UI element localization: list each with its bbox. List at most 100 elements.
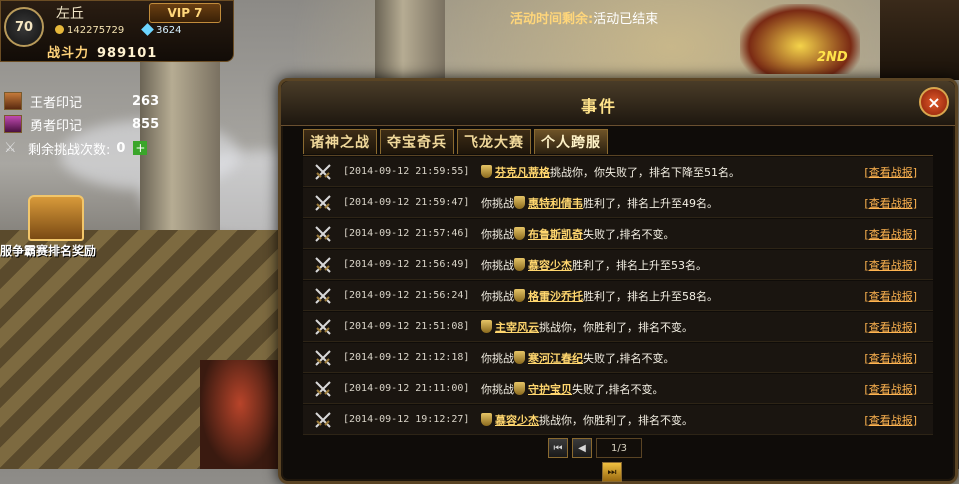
brave-mark-icon (4, 115, 22, 133)
event-timestamp: [2014-09-12 21:51:08] (343, 321, 470, 332)
king-mark-icon (4, 92, 22, 110)
event-message: 你挑战 格雷沙乔托胜利了，排名上升至58名。 (481, 288, 718, 303)
shield-icon (514, 381, 525, 395)
event-message: 你挑战 守护宝贝失败了,排名不变。 (481, 381, 664, 396)
tab-gods-war[interactable]: 诸神之战 (303, 129, 377, 154)
view-report-link[interactable]: [查看战报] (864, 381, 917, 397)
shield-icon (514, 195, 525, 209)
event-message: 你挑战 布鲁斯凯奇失败了,排名不变。 (481, 226, 675, 241)
view-report-link[interactable]: [查看战报] (864, 412, 917, 428)
event-row: [2014-09-12 21:57:46] 你挑战 布鲁斯凯奇失败了,排名不变。 [查… (303, 219, 933, 249)
prev-page-button[interactable]: ◀ (572, 438, 592, 458)
event-row: [2014-09-12 21:56:49] 你挑战 慕容少杰胜利了，排名上升至53名… (303, 250, 933, 280)
event-timestamp: [2014-09-12 21:59:47] (343, 197, 470, 208)
page-indicator: 1/3 (596, 438, 642, 458)
event-timestamp: [2014-09-12 19:12:27] (343, 414, 470, 425)
event-timestamp: [2014-09-12 21:12:18] (343, 352, 470, 363)
crossed-swords-icon (315, 412, 331, 428)
event-row: [2014-09-12 21:11:00] 你挑战 守护宝贝失败了,排名不变。 [查看… (303, 374, 933, 404)
crossed-swords-icon: ⚔ (4, 140, 17, 156)
event-message: 你挑战 寒河江春纪失败了,排名不变。 (481, 350, 675, 365)
crossed-swords-icon (315, 164, 331, 180)
view-report-link[interactable]: [查看战报] (864, 164, 917, 180)
event-timestamp: [2014-09-12 21:11:00] (343, 383, 470, 394)
view-report-link[interactable]: [查看战报] (864, 226, 917, 242)
combat-power: 战斗力 989101 (47, 46, 158, 61)
shield-icon (514, 350, 525, 364)
event-row: [2014-09-12 21:56:24] 你挑战 格雷沙乔托胜利了，排名上升至58… (303, 281, 933, 311)
view-report-link[interactable]: [查看战报] (864, 257, 917, 273)
event-timestamp: [2014-09-12 21:59:55] (343, 166, 470, 177)
first-page-icon: ⏮ (553, 442, 563, 454)
event-list: [2014-09-12 21:59:55] 芬克凡蒂格挑战你，你失败了，排名下降至… (303, 155, 933, 435)
window-title: 事件 (581, 97, 618, 116)
opponent-name[interactable]: 惠特利倩韦 (528, 197, 583, 210)
event-tabs: 诸神之战 夺宝奇兵 飞龙大赛 个人跨服 (303, 129, 608, 154)
shield-icon (514, 257, 525, 271)
shield-icon (481, 164, 492, 178)
event-message: 芬克凡蒂格挑战你，你失败了，排名下降至51名。 (481, 164, 740, 180)
event-message: 你挑战 惠特利倩韦胜利了，排名上升至49名。 (481, 195, 718, 210)
opponent-name[interactable]: 慕容少杰 (495, 414, 539, 427)
shield-icon (514, 288, 525, 302)
ranking-reward-label[interactable]: 服争霸赛排名奖励 (0, 242, 96, 259)
treasure-chest-icon[interactable] (28, 195, 84, 241)
vip-badge[interactable]: VIP 7 (149, 3, 221, 23)
opponent-name[interactable]: 格雷沙乔托 (528, 290, 583, 303)
event-row: [2014-09-12 21:12:18] 你挑战 寒河江春纪失败了,排名不变。 [查… (303, 343, 933, 373)
event-message: 主宰风云挑战你，你胜利了，排名不变。 (481, 319, 693, 335)
tab-treasure-hunt[interactable]: 夺宝奇兵 (380, 129, 454, 154)
diamond-amount: 3624 (141, 23, 181, 36)
last-page-icon: ⏭ (607, 466, 617, 478)
shield-icon (481, 319, 492, 333)
view-report-link[interactable]: [查看战报] (864, 319, 917, 335)
event-timestamp: [2014-09-12 21:56:24] (343, 290, 470, 301)
prev-page-icon: ◀ (578, 442, 586, 454)
crossed-swords-icon (315, 226, 331, 242)
event-timestamp: [2014-09-12 21:57:46] (343, 228, 470, 239)
tab-personal-cross-server[interactable]: 个人跨服 (534, 129, 608, 154)
opponent-name[interactable]: 布鲁斯凯奇 (528, 228, 583, 241)
crossed-swords-icon (315, 319, 331, 335)
player-info-panel: 70 左丘 VIP 7 142275729 3624 战斗力 989101 (0, 0, 234, 62)
gold-coin-icon (55, 25, 64, 34)
pagination: ⏮ ◀ 1/3 ▶ ⏭ (548, 438, 642, 482)
opponent-name[interactable]: 芬克凡蒂格 (495, 166, 550, 179)
challenges-remaining-row: ⚔ 剩余挑战次数: 0 + (4, 140, 148, 158)
opponent-name[interactable]: 寒河江春纪 (528, 352, 583, 365)
stone-pillar (375, 0, 445, 90)
window-titlebar: 事件 × (281, 81, 955, 126)
king-mark-row: 王者印记 263 (4, 90, 159, 112)
player-name: 左丘 (56, 6, 84, 22)
activity-timer: 活动时间剩余:活动已结束 (510, 12, 659, 27)
opponent-name[interactable]: 慕容少杰 (528, 259, 572, 272)
character-sprite (200, 360, 280, 469)
close-button[interactable]: × (919, 87, 949, 117)
add-challenges-button[interactable]: + (133, 141, 148, 155)
last-page-button[interactable]: ⏭ (602, 462, 622, 482)
opponent-name[interactable]: 主宰风云 (495, 321, 539, 334)
event-row: [2014-09-12 21:59:47] 你挑战 惠特利倩韦胜利了，排名上升至49… (303, 188, 933, 218)
event-message: 你挑战 慕容少杰胜利了，排名上升至53名。 (481, 257, 707, 272)
event-row: [2014-09-12 21:59:55] 芬克凡蒂格挑战你，你失败了，排名下降至… (303, 157, 933, 187)
crossed-swords-icon (315, 350, 331, 366)
character-sprite (880, 0, 959, 80)
crossed-swords-icon (315, 195, 331, 211)
shield-icon (514, 226, 525, 240)
event-timestamp: [2014-09-12 21:56:49] (343, 259, 470, 270)
tab-dragon-race[interactable]: 飞龙大赛 (457, 129, 531, 154)
diamond-icon (141, 23, 154, 36)
first-page-button[interactable]: ⏮ (548, 438, 568, 458)
event-row: [2014-09-12 19:12:27] 慕容少杰挑战你，你胜利了，排名不变。 [… (303, 405, 933, 435)
brave-mark-row: 勇者印记 855 (4, 113, 159, 135)
event-message: 慕容少杰挑战你，你胜利了，排名不变。 (481, 412, 693, 428)
view-report-link[interactable]: [查看战报] (864, 195, 917, 211)
event-row: [2014-09-12 21:51:08] 主宰风云挑战你，你胜利了，排名不变。 [… (303, 312, 933, 342)
opponent-name[interactable]: 守护宝贝 (528, 383, 572, 396)
view-report-link[interactable]: [查看战报] (864, 288, 917, 304)
player-level-badge: 70 (4, 7, 44, 47)
close-icon: × (927, 92, 941, 112)
view-report-link[interactable]: [查看战报] (864, 350, 917, 366)
crossed-swords-icon (315, 381, 331, 397)
crossed-swords-icon (315, 257, 331, 273)
